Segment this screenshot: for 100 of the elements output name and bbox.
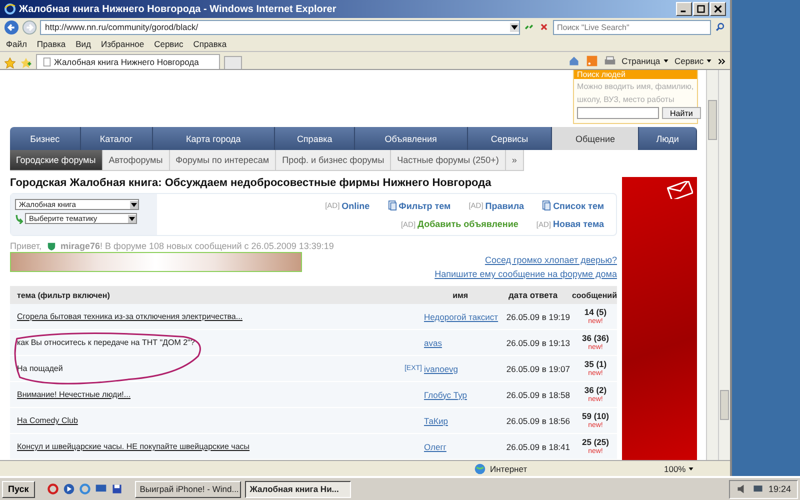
caret-icon[interactable]	[662, 58, 669, 64]
nav-tab[interactable]: Бизнес	[10, 127, 81, 150]
author-link[interactable]: ТаКир	[424, 416, 448, 426]
message-count: 14 (5)	[584, 306, 607, 316]
home-icon[interactable]	[568, 55, 580, 67]
taskbar-button[interactable]: Выиграй iPhone! - Wind...	[134, 480, 241, 498]
close-icon[interactable]	[714, 5, 722, 13]
author-link[interactable]: Недорогой таксист	[424, 312, 498, 322]
dropdown-caret-icon[interactable]	[510, 22, 519, 32]
topic-link[interactable]: Сгорела бытовая техника из-за отключения электричества...	[17, 312, 243, 321]
search-field[interactable]: Поиск "Live Search"	[553, 20, 711, 34]
page-scrollbar[interactable]	[706, 70, 718, 460]
forum-tab[interactable]: Частные форумы (250+)	[391, 150, 506, 171]
reply-date: 26.05.09 в 18:41	[505, 442, 571, 452]
add-favorite-icon[interactable]	[20, 57, 32, 69]
message-count: 36 (36)	[582, 332, 609, 342]
maximize-icon[interactable]	[697, 5, 705, 13]
star-icon[interactable]	[4, 57, 16, 69]
page-heading: Городская Жалобная книга: Обсуждаем недобросовестные фирмы Нижнего Новгорода	[10, 177, 492, 189]
shield-icon	[46, 242, 56, 250]
printer-icon[interactable]	[604, 55, 616, 67]
caret-icon[interactable]	[688, 466, 694, 472]
menu-item[interactable]: Справка	[193, 38, 227, 48]
reply-date: 26.05.09 в 19:13	[505, 338, 571, 348]
reply-date: 26.05.09 в 19:19	[505, 312, 571, 322]
caret-icon[interactable]	[706, 58, 712, 64]
author-link[interactable]: Глобус Тур	[424, 390, 467, 400]
document-icon	[388, 200, 397, 211]
topic-link[interactable]: Консул и швейцарские часы. НЕ покупайте швейцарские часы	[17, 442, 250, 451]
window-title: Жалобная книга Нижнего Новгорода - Windows Internet Explorer	[19, 4, 338, 14]
page-icon	[43, 57, 51, 67]
more-tabs-button[interactable]: »	[506, 150, 524, 171]
column-header: тема (фильтр включен)	[16, 290, 111, 300]
search-icon[interactable]	[714, 21, 726, 33]
caret-icon[interactable]	[128, 214, 136, 222]
security-zone: Интернет	[490, 464, 528, 474]
menu-item[interactable]: Вид	[76, 38, 92, 48]
topic-link[interactable]: Внимание! Нечестные люди!...	[17, 390, 131, 399]
command-button[interactable]: Сервис	[674, 56, 712, 66]
caret-icon[interactable]	[130, 200, 138, 208]
close-button[interactable]	[710, 2, 726, 16]
author-link[interactable]: ivanoevg	[424, 364, 458, 374]
topic-link[interactable]: На Comedy Club	[17, 416, 78, 425]
panel-hint: Можно вводить имя, фамилию, школу, ВУЗ, место работы	[576, 81, 695, 106]
curved-arrow-icon	[15, 214, 23, 224]
address-field[interactable]: http://www.nn.ru/community/gorod/black/	[40, 20, 520, 34]
filter-link[interactable]: Список тем	[542, 200, 604, 211]
panel-title: Поиск людей	[574, 70, 697, 79]
menu-item[interactable]: Избранное	[101, 38, 144, 48]
back-icon[interactable]	[4, 20, 19, 34]
nav-tab[interactable]: Объявления	[354, 127, 468, 150]
author-link[interactable]: Олегг	[424, 442, 446, 452]
message-count: 35 (1)	[584, 358, 607, 368]
forum-tab[interactable]: Автофорумы	[102, 150, 170, 171]
menu-item[interactable]: Файл	[6, 38, 27, 48]
reply-date: 26.05.09 в 19:07	[505, 364, 571, 374]
column-header: сообщений	[572, 290, 617, 300]
globe-icon	[474, 462, 486, 474]
browser-logo-icon	[4, 3, 16, 15]
menu-item[interactable]: Сервис	[154, 38, 184, 48]
zoom-level[interactable]: 100%	[664, 464, 724, 474]
message-count: 36 (2)	[584, 384, 607, 394]
nav-tab[interactable]: Общение	[552, 127, 640, 150]
nav-tab[interactable]: Карта города	[152, 127, 276, 150]
minimize-button[interactable]	[676, 2, 692, 16]
taskbar-button[interactable]: Жалобная книга Ни...	[244, 480, 351, 498]
chevron-icon[interactable]	[718, 58, 726, 64]
clock: 19:24	[768, 484, 791, 494]
find-button[interactable]: Найти	[662, 107, 701, 119]
stop-icon[interactable]	[538, 21, 550, 33]
nav-tab[interactable]: Справка	[275, 127, 355, 150]
window-scrollbar[interactable]	[718, 70, 730, 460]
message-count: 25 (25)	[582, 436, 609, 446]
document-icon	[542, 200, 552, 211]
browser-tab[interactable]: Жалобная книга Нижнего Новгорода	[36, 54, 220, 69]
nav-tab[interactable]: Сервисы	[468, 127, 552, 150]
people-search-field[interactable]	[577, 107, 659, 119]
maximize-button[interactable]	[693, 2, 709, 16]
reply-date: 26.05.09 в 18:56	[505, 416, 571, 426]
promo-link[interactable]: Напишите ему сообщение на форуме дома	[434, 269, 617, 279]
topic-link[interactable]: На пощадей	[17, 364, 63, 373]
message-count: 59 (10)	[582, 410, 609, 420]
column-header: дата ответа	[508, 290, 559, 300]
nav-tab[interactable]: Люди	[639, 127, 697, 150]
media-icon[interactable]	[62, 483, 75, 495]
greeting-text: mirage76! В форуме 108 новых сообщений с 26.05.2009 13:39:19	[60, 241, 334, 251]
filter-link[interactable]: Фильтр тем	[388, 200, 451, 211]
menu-item[interactable]: Правка	[36, 38, 66, 48]
command-button[interactable]: Страница	[622, 56, 669, 66]
forum-tab[interactable]: Городские форумы	[10, 150, 103, 171]
greeting-label: Привет,	[10, 241, 42, 251]
forum-tab[interactable]: Форумы по интересам	[170, 150, 276, 171]
author-link[interactable]: avas	[424, 338, 442, 348]
column-header: имя	[452, 290, 470, 300]
nav-tab[interactable]: Каталог	[80, 127, 153, 150]
reply-date: 26.05.09 в 18:58	[505, 390, 571, 400]
forum-tab[interactable]: Проф. и бизнес форумы	[276, 150, 392, 171]
envelope-icon	[667, 181, 693, 199]
promo-link[interactable]: Сосед громко хлопает дверью?	[484, 255, 617, 265]
start-button[interactable]: Пуск	[2, 480, 35, 498]
